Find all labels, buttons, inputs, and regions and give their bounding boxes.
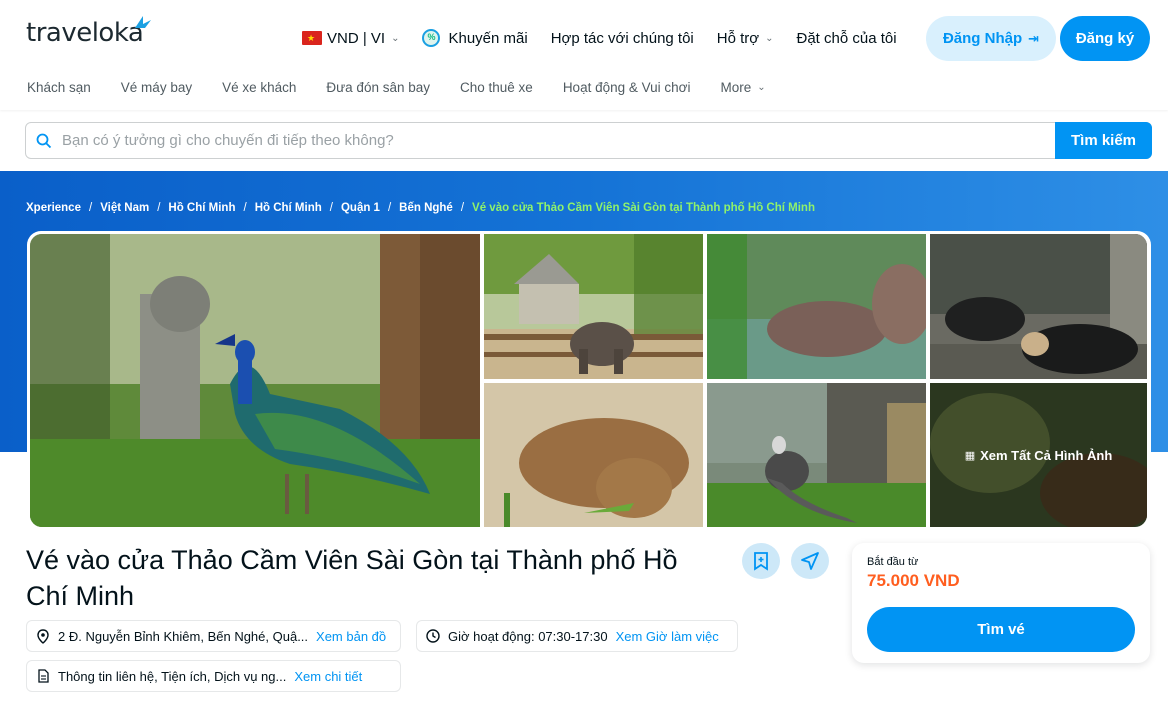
subnav-flights[interactable]: Vé máy bay — [121, 80, 192, 95]
login-icon: ⇥ — [1028, 30, 1040, 46]
gallery-image-bears[interactable] — [930, 234, 1147, 379]
price-from-label: Bắt đầu từ — [867, 556, 919, 568]
chevron-down-icon: ⌄ — [757, 82, 766, 93]
login-label: Đăng Nhập — [942, 30, 1023, 47]
breadcrumb-item[interactable]: Việt Nam — [100, 202, 149, 214]
register-label: Đăng ký — [1075, 30, 1135, 47]
find-tickets-button[interactable]: Tìm vé — [867, 607, 1135, 652]
traveloka-logo[interactable]: traveloka — [26, 16, 151, 48]
bookmark-button[interactable] — [742, 543, 780, 579]
opening-hours-text: Giờ hoạt động: 07:30-17:30 — [448, 628, 608, 644]
info-text: Thông tin liên hệ, Tiện ích, Dịch vụ ng.… — [58, 668, 287, 684]
nav-support[interactable]: Hỗ trợ ⌄ — [717, 30, 774, 47]
search-button[interactable]: Tìm kiếm — [1055, 122, 1152, 159]
see-all-photos-label: Xem Tất Cả Hình Ảnh — [980, 447, 1113, 463]
login-button[interactable]: Đăng Nhập ⇥ — [926, 16, 1056, 61]
nav-partner-label: Hợp tác với chúng tôi — [550, 29, 694, 47]
search-bar: Tìm kiếm — [25, 122, 1152, 159]
gallery-image-hippo[interactable] — [707, 234, 926, 379]
subnav-label: Vé xe khách — [222, 80, 297, 95]
share-button[interactable] — [791, 543, 829, 579]
breadcrumb-current: Vé vào cửa Thảo Cầm Viên Sài Gòn tại Thà… — [472, 202, 815, 214]
breadcrumb-item[interactable]: Hồ Chí Minh — [255, 202, 322, 214]
breadcrumb-separator: / — [157, 202, 161, 214]
breadcrumb-item[interactable]: Quận 1 — [341, 202, 380, 214]
gallery-image-capybara[interactable] — [484, 383, 703, 527]
view-details-link[interactable]: Xem chi tiết — [294, 669, 362, 684]
page-title: Vé vào cửa Thảo Cầm Viên Sài Gòn tại Thà… — [26, 545, 678, 611]
subnav-hotels[interactable]: Khách sạn — [27, 80, 91, 95]
breadcrumb-separator: / — [243, 202, 247, 214]
subnav-label: Hoạt động & Vui chơi — [562, 80, 691, 95]
subnav-label: More — [720, 80, 752, 95]
chevron-down-icon: ⌄ — [765, 32, 774, 44]
document-icon — [36, 669, 50, 683]
bookmark-icon — [754, 552, 768, 571]
top-header: traveloka VND | VI ⌄ Khuyến mãi Hợp tác … — [0, 0, 1168, 110]
breadcrumb-separator: / — [387, 202, 392, 214]
location-pin-icon — [36, 628, 50, 644]
subnav-car-rental[interactable]: Cho thuê xe — [460, 80, 533, 95]
nav-support-label: Hỗ trợ — [716, 29, 760, 47]
breadcrumb-item[interactable]: Hồ Chí Minh — [168, 202, 235, 214]
nav-partner[interactable]: Hợp tác với chúng tôi — [551, 30, 694, 47]
search-button-label: Tìm kiếm — [1070, 132, 1137, 149]
currency-lang-label: VND | VI — [327, 29, 386, 47]
share-icon — [801, 552, 819, 570]
view-hours-link[interactable]: Xem Giờ làm việc — [616, 629, 719, 644]
register-button[interactable]: Đăng ký — [1060, 16, 1150, 61]
find-tickets-label: Tìm vé — [977, 621, 1025, 638]
product-subnav: Khách sạn Vé máy bay Vé xe khách Đưa đón… — [27, 80, 796, 95]
see-all-photos-button[interactable]: ▦ Xem Tất Cả Hình Ảnh — [930, 383, 1147, 527]
gallery-image-monkey[interactable]: ▦ Xem Tất Cả Hình Ảnh — [930, 383, 1147, 527]
subnav-more[interactable]: More ⌄ — [721, 80, 766, 95]
subnav-label: Khách sạn — [27, 80, 91, 95]
vietnam-flag-icon — [302, 31, 322, 45]
subnav-label: Đưa đón sân bay — [326, 80, 430, 95]
logo-text: traveloka — [26, 18, 144, 48]
breadcrumb-item[interactable]: Bến Nghé — [399, 202, 453, 214]
gallery-image-elephant[interactable] — [484, 234, 703, 379]
subnav-airport-transfer[interactable]: Đưa đón sân bay — [326, 80, 430, 95]
nav-my-bookings[interactable]: Đặt chỗ của tôi — [797, 30, 897, 47]
subnav-label: Cho thuê xe — [460, 80, 533, 95]
gallery-grid-icon: ▦ — [964, 449, 976, 462]
address-text: 2 Đ. Nguyễn Bỉnh Khiêm, Bến Nghé, Quậ... — [58, 628, 309, 644]
search-icon — [26, 123, 62, 158]
currency-language-selector[interactable]: VND | VI ⌄ — [302, 30, 399, 47]
breadcrumb-separator: / — [88, 202, 93, 214]
chevron-down-icon: ⌄ — [391, 32, 400, 44]
info-chip: Thông tin liên hệ, Tiện ích, Dịch vụ ng.… — [26, 660, 401, 692]
gallery-image-bird[interactable] — [707, 383, 926, 527]
promotion-icon — [422, 29, 441, 47]
breadcrumb: Xperience / Việt Nam / Hồ Chí Minh / Hồ Chí… — [26, 202, 815, 214]
subnav-activities[interactable]: Hoạt động & Vui chơi — [563, 80, 691, 95]
price-value: 75.000 VND — [867, 571, 960, 590]
clock-icon — [426, 629, 440, 643]
nav-my-bookings-label: Đặt chỗ của tôi — [796, 29, 897, 47]
subnav-bus[interactable]: Vé xe khách — [222, 80, 296, 95]
logo-bird-icon — [135, 16, 151, 28]
address-chip: 2 Đ. Nguyễn Bỉnh Khiêm, Bến Nghé, Quậ...… — [26, 620, 401, 652]
nav-promotions[interactable]: Khuyến mãi — [422, 29, 528, 47]
price-card: Bắt đầu từ 75.000 VND Tìm vé — [852, 543, 1150, 663]
subnav-label: Vé máy bay — [120, 80, 193, 95]
top-nav: VND | VI ⌄ Khuyến mãi Hợp tác với chúng … — [302, 16, 920, 60]
view-map-link[interactable]: Xem bản đồ — [316, 629, 386, 644]
opening-hours-chip: Giờ hoạt động: 07:30-17:30 Xem Giờ làm v… — [416, 620, 738, 652]
breadcrumb-separator: / — [460, 202, 465, 214]
breadcrumb-item[interactable]: Xperience — [26, 202, 81, 214]
breadcrumb-separator: / — [329, 202, 333, 214]
gallery-image-peacock[interactable] — [30, 234, 480, 527]
nav-promotions-label: Khuyến mãi — [448, 29, 528, 47]
search-input[interactable] — [62, 123, 1055, 158]
photo-gallery: ▦ Xem Tất Cả Hình Ảnh — [27, 231, 1151, 530]
